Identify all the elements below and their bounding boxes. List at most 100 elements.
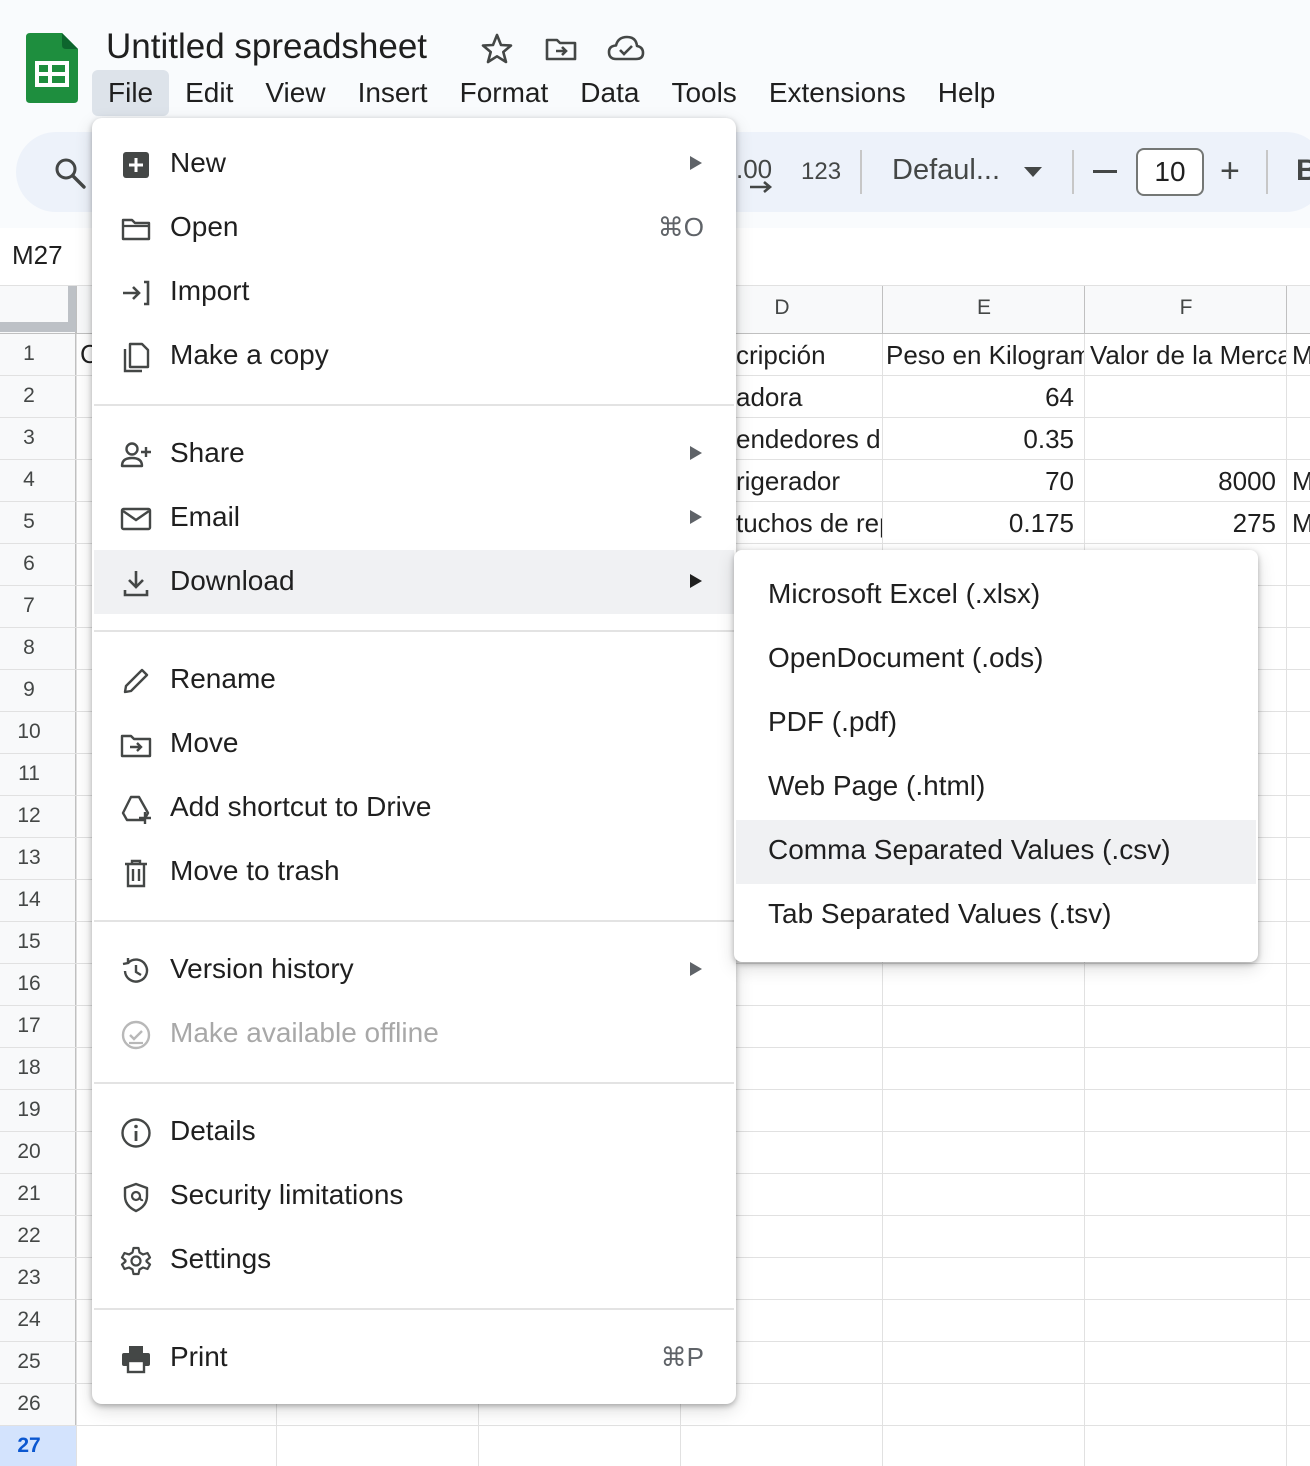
row-header[interactable]: 7 bbox=[0, 594, 58, 618]
menubar-format[interactable]: Format bbox=[444, 70, 565, 116]
menubar-view[interactable]: View bbox=[249, 70, 341, 116]
cell-e1[interactable]: Peso en Kilogramos bbox=[886, 335, 1084, 375]
menu-item-rename[interactable]: Rename bbox=[94, 648, 734, 712]
cell-e4[interactable]: 70 bbox=[882, 461, 1080, 501]
menubar-insert[interactable]: Insert bbox=[342, 70, 444, 116]
menu-item-email[interactable]: Email bbox=[94, 486, 734, 550]
freeze-row-handle[interactable] bbox=[0, 322, 76, 332]
cell-f5[interactable]: 275 bbox=[1086, 503, 1282, 543]
row-header[interactable]: 8 bbox=[0, 636, 58, 660]
menu-item-version-history[interactable]: Version history bbox=[94, 938, 734, 1002]
menu-item-security-limitations[interactable]: Security limitations bbox=[94, 1164, 734, 1228]
font-family-select[interactable]: Defaul... bbox=[892, 154, 1000, 187]
row-header[interactable]: 5 bbox=[0, 510, 58, 534]
row-header[interactable]: 1 bbox=[0, 342, 58, 366]
menu-item-move[interactable]: Move bbox=[94, 712, 734, 776]
row-header[interactable]: 9 bbox=[0, 678, 58, 702]
bold-button[interactable]: B bbox=[1296, 154, 1310, 188]
column-header-divider[interactable] bbox=[76, 286, 77, 334]
column-gridline bbox=[76, 334, 77, 1466]
row-header[interactable]: 18 bbox=[0, 1056, 58, 1080]
increase-font-size-button[interactable]: + bbox=[1220, 154, 1240, 188]
cell-g1[interactable]: M bbox=[1292, 335, 1310, 375]
menu-item-download[interactable]: Download bbox=[94, 550, 734, 614]
cell-d5[interactable]: tuchos de rep bbox=[736, 503, 882, 543]
download-submenu: Microsoft Excel (.xlsx) OpenDocument (.o… bbox=[734, 550, 1258, 962]
menu-item-print[interactable]: Print ⌘P bbox=[94, 1326, 734, 1390]
row-header[interactable]: 26 bbox=[0, 1392, 58, 1416]
row-header[interactable]: 19 bbox=[0, 1098, 58, 1122]
row-header[interactable]: 23 bbox=[0, 1266, 58, 1290]
menu-item-open[interactable]: Open ⌘O bbox=[94, 196, 734, 260]
column-header-f[interactable]: F bbox=[1086, 296, 1286, 320]
cell-g5[interactable]: M bbox=[1292, 503, 1310, 543]
download-pdf[interactable]: PDF (.pdf) bbox=[736, 692, 1256, 756]
row-header[interactable]: 17 bbox=[0, 1014, 58, 1038]
cell-d4[interactable]: rigerador bbox=[736, 461, 882, 501]
chevron-down-icon[interactable] bbox=[1024, 167, 1042, 177]
cell-f1[interactable]: Valor de la Mercancía bbox=[1090, 335, 1286, 375]
row-header[interactable]: 3 bbox=[0, 426, 58, 450]
cell-d1[interactable]: cripción bbox=[736, 335, 882, 375]
name-box[interactable]: M27 bbox=[12, 240, 63, 271]
increase-decimal-button[interactable]: .00 bbox=[736, 154, 772, 193]
cell-e3[interactable]: 0.35 bbox=[882, 419, 1080, 459]
menu-item-add-shortcut[interactable]: Add shortcut to Drive bbox=[94, 776, 734, 840]
cell-d3[interactable]: endedores d bbox=[736, 419, 882, 459]
menu-item-new[interactable]: New bbox=[94, 132, 734, 196]
menu-item-details[interactable]: Details bbox=[94, 1100, 734, 1164]
row-header[interactable]: 15 bbox=[0, 930, 58, 954]
cell-d2[interactable]: adora bbox=[736, 377, 882, 417]
row-header[interactable]: 14 bbox=[0, 888, 58, 912]
font-size-input[interactable]: 10 bbox=[1136, 148, 1204, 196]
download-csv[interactable]: Comma Separated Values (.csv) bbox=[736, 820, 1256, 884]
row-header[interactable]: 25 bbox=[0, 1350, 58, 1374]
menubar-extensions[interactable]: Extensions bbox=[753, 70, 922, 116]
download-xlsx[interactable]: Microsoft Excel (.xlsx) bbox=[736, 564, 1256, 628]
row-header[interactable]: 13 bbox=[0, 846, 58, 870]
menubar-data[interactable]: Data bbox=[564, 70, 655, 116]
cell-e5[interactable]: 0.175 bbox=[882, 503, 1080, 543]
row-header[interactable]: 24 bbox=[0, 1308, 58, 1332]
row-header[interactable]: 16 bbox=[0, 972, 58, 996]
column-header-divider[interactable] bbox=[1084, 286, 1085, 334]
row-header[interactable]: 10 bbox=[0, 720, 58, 744]
download-tsv[interactable]: Tab Separated Values (.tsv) bbox=[736, 884, 1256, 948]
menu-item-make-available-offline[interactable]: Make available offline bbox=[94, 1002, 734, 1066]
cell-a1[interactable]: C bbox=[80, 334, 92, 374]
row-header[interactable]: 12 bbox=[0, 804, 58, 828]
row-header[interactable]: 27 bbox=[0, 1434, 58, 1458]
row-header[interactable]: 22 bbox=[0, 1224, 58, 1248]
share-person-icon bbox=[120, 442, 151, 468]
number-format-button[interactable]: 123 bbox=[801, 158, 841, 186]
import-icon bbox=[123, 280, 150, 306]
menubar-help[interactable]: Help bbox=[922, 70, 1012, 116]
menubar-edit[interactable]: Edit bbox=[169, 70, 249, 116]
menu-item-label: Open bbox=[170, 211, 239, 242]
row-header[interactable]: 11 bbox=[0, 762, 58, 786]
menubar-tools[interactable]: Tools bbox=[655, 70, 752, 116]
row-header[interactable]: 6 bbox=[0, 552, 58, 576]
column-header-e[interactable]: E bbox=[884, 296, 1084, 320]
download-ods[interactable]: OpenDocument (.ods) bbox=[736, 628, 1256, 692]
row-header[interactable]: 4 bbox=[0, 468, 58, 492]
cell-e2[interactable]: 64 bbox=[882, 377, 1080, 417]
row-header[interactable]: 2 bbox=[0, 384, 58, 408]
menu-item-move-to-trash[interactable]: Move to trash bbox=[94, 840, 734, 904]
menu-item-import[interactable]: Import bbox=[94, 260, 734, 324]
toolbar-divider bbox=[1072, 150, 1074, 194]
cell-g4[interactable]: M bbox=[1292, 461, 1310, 501]
menu-item-make-a-copy[interactable]: Make a copy bbox=[94, 324, 734, 388]
row-header[interactable]: 21 bbox=[0, 1182, 58, 1206]
column-header-divider[interactable] bbox=[882, 286, 883, 334]
document-title[interactable]: Untitled spreadsheet bbox=[106, 27, 427, 67]
row-header[interactable]: 20 bbox=[0, 1140, 58, 1164]
column-header-divider[interactable] bbox=[1286, 286, 1287, 334]
download-html[interactable]: Web Page (.html) bbox=[736, 756, 1256, 820]
menu-item-share[interactable]: Share bbox=[94, 422, 734, 486]
menu-item-settings[interactable]: Settings bbox=[94, 1228, 734, 1292]
menubar-file[interactable]: File bbox=[92, 70, 170, 116]
cell-f4[interactable]: 8000 bbox=[1086, 461, 1282, 501]
decrease-font-size-button[interactable] bbox=[1093, 170, 1117, 173]
menu-item-label: Share bbox=[170, 437, 245, 468]
